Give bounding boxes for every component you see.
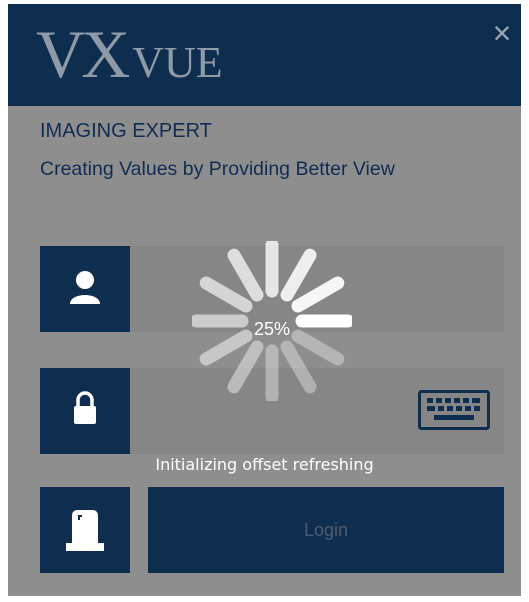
vxvue-logo: VX VUE	[36, 14, 223, 94]
id-card-icon	[66, 510, 104, 551]
user-icon	[70, 271, 100, 304]
brand-title: IMAGING EXPERT	[40, 120, 212, 142]
username-icon-box	[40, 246, 140, 332]
spinner-segment	[227, 248, 264, 302]
lock-icon	[74, 391, 96, 424]
progress-percent: 25%	[253, 319, 291, 339]
brand-tagline: Creating Values by Providing Better View	[40, 158, 395, 180]
spinner-segment	[280, 340, 317, 394]
keyboard-icon[interactable]	[418, 390, 490, 430]
close-icon[interactable]: ×	[487, 17, 517, 49]
logo-vx-text: VX	[36, 16, 130, 92]
login-window: VX VUE × IMAGING EXPERT Creating Values …	[0, 0, 529, 602]
spinner-segment	[227, 340, 264, 394]
spinner-segment	[199, 276, 253, 313]
badge-login-button[interactable]	[40, 487, 130, 573]
loading-status: Initializing offset refreshing	[155, 455, 374, 474]
spinner-segment	[280, 248, 317, 302]
login-button[interactable]: Login	[148, 487, 504, 573]
header-bar: VX VUE ×	[8, 4, 521, 106]
spinner-segment	[291, 276, 345, 313]
password-icon-box	[40, 368, 140, 454]
logo-vue-text: VUE	[132, 38, 223, 87]
